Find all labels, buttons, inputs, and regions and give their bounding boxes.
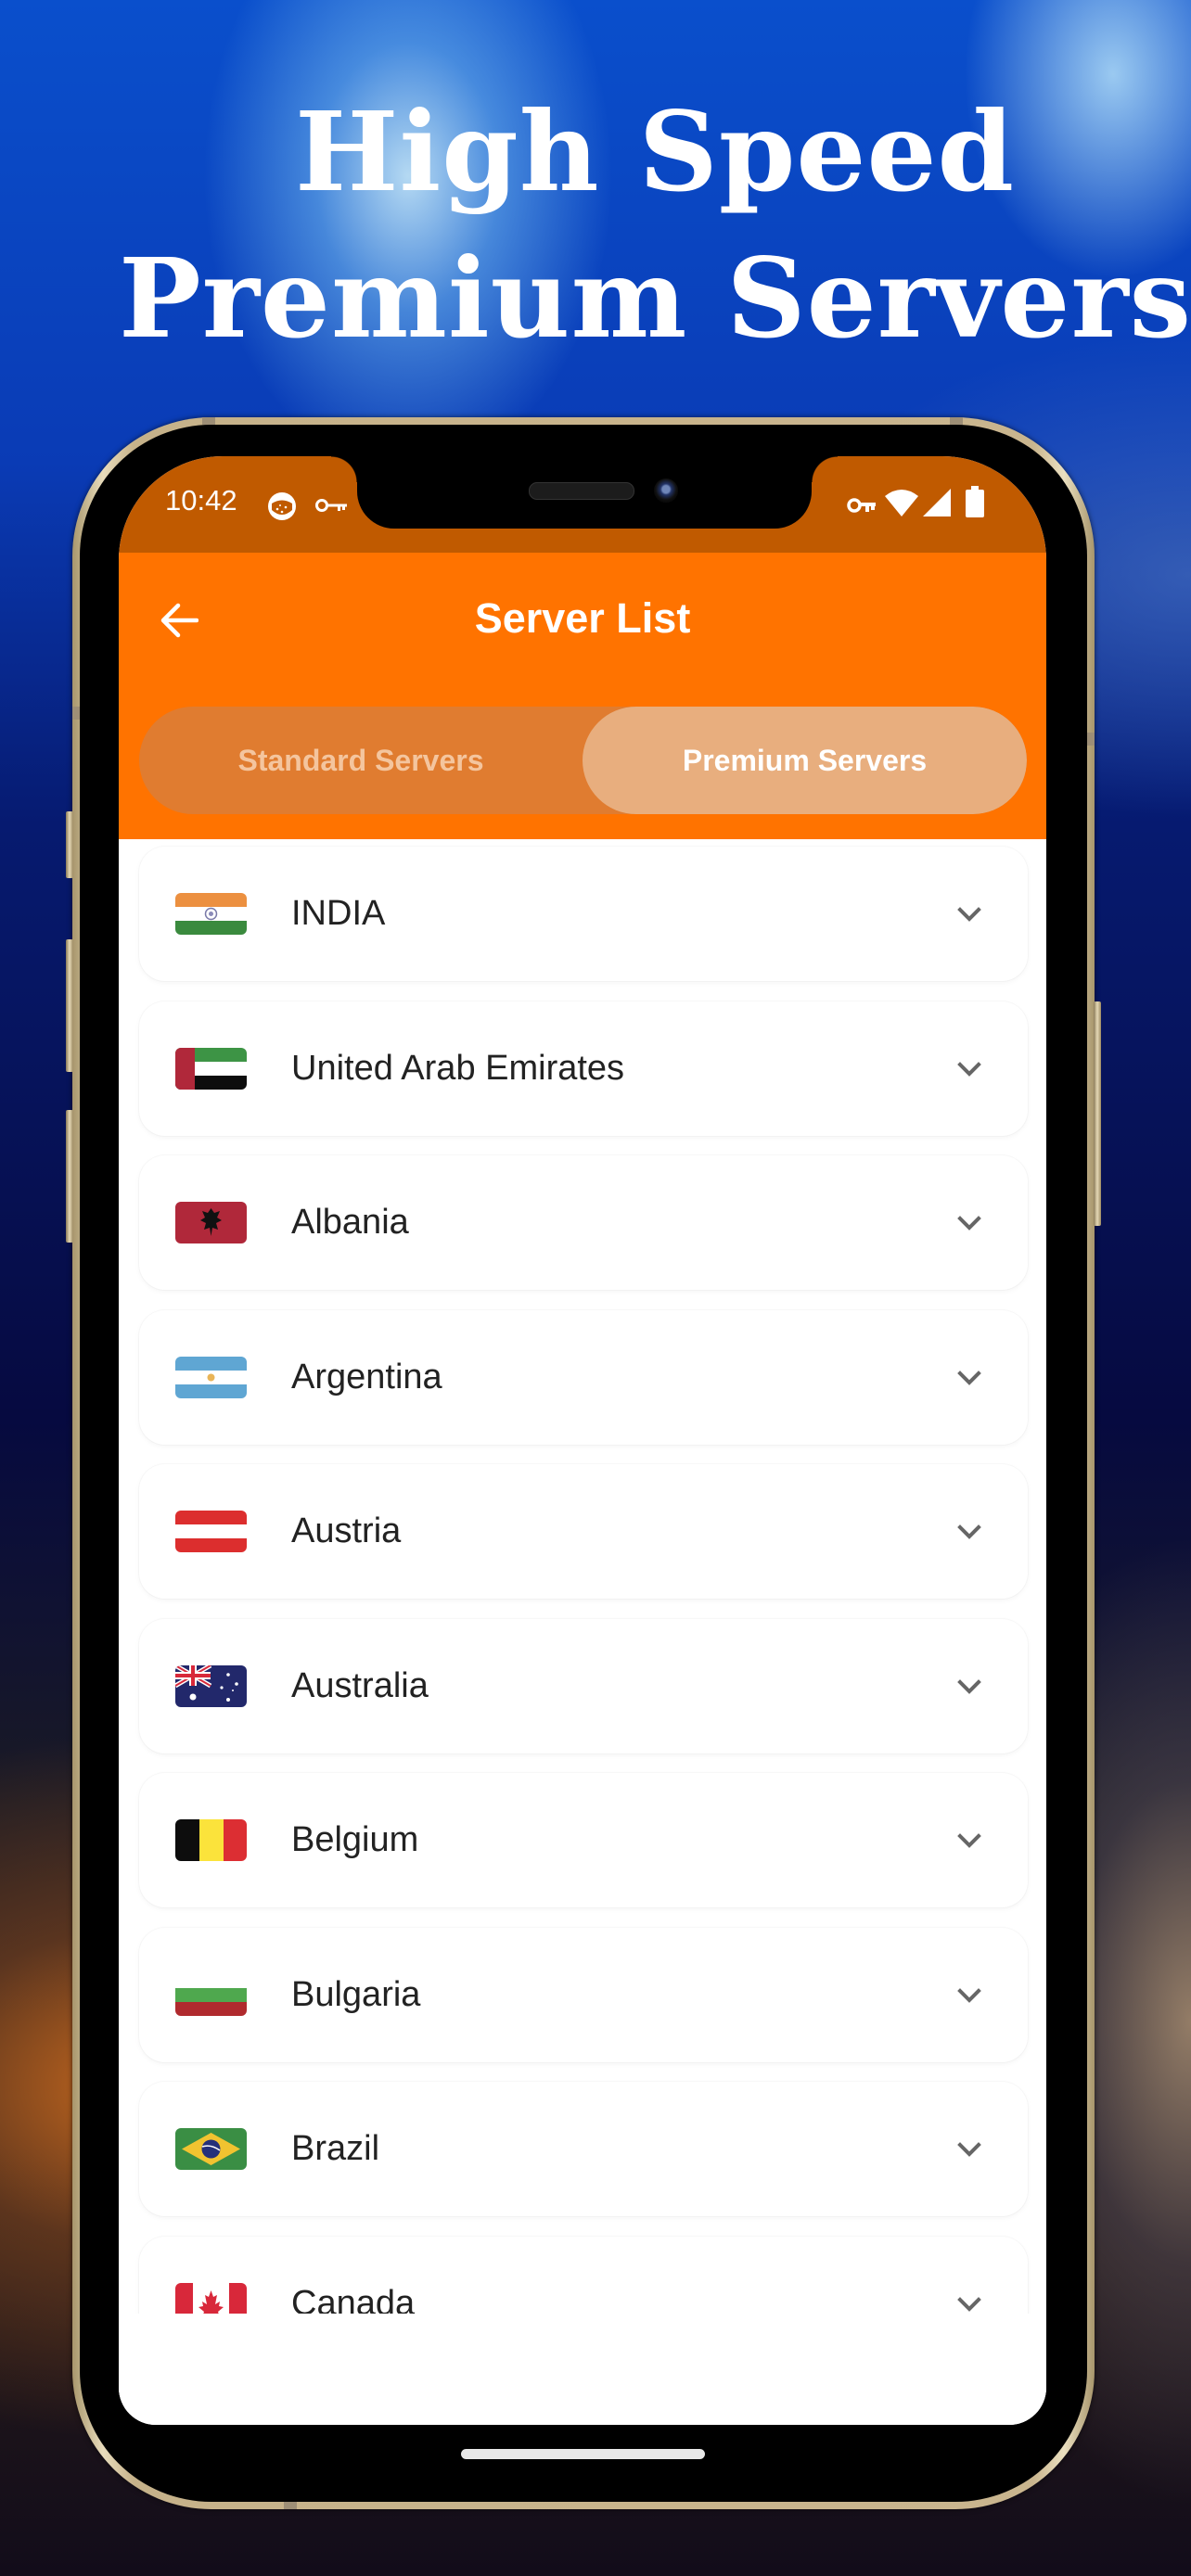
- tab-premium-servers[interactable]: Premium Servers: [583, 707, 1027, 814]
- cellular-signal-icon: [922, 488, 952, 522]
- page-title: Server List: [474, 594, 691, 642]
- chevron-down-icon[interactable]: [955, 1827, 983, 1855]
- server-list-item[interactable]: United Arab Emirates: [139, 1001, 1028, 1136]
- server-list-item[interactable]: Argentina: [139, 1309, 1028, 1445]
- earpiece-speaker: [529, 482, 634, 500]
- camera-notch: [331, 456, 838, 529]
- frame-antenna-line: [72, 707, 80, 720]
- server-list-viewport[interactable]: INDIA United Arab Emirates Albania Argentin…: [119, 839, 1046, 2314]
- server-country-name: Canada: [291, 2283, 416, 2315]
- front-camera: [654, 478, 678, 503]
- server-list: INDIA United Arab Emirates Albania Argentin…: [119, 839, 1046, 2425]
- wifi-icon: [884, 488, 919, 522]
- frame-antenna-line: [202, 417, 215, 425]
- server-country-name: Brazil: [291, 2129, 380, 2168]
- flag-brazil-icon: [175, 2128, 247, 2170]
- vpn-key-icon: [315, 497, 349, 518]
- flag-australia-icon: [175, 1664, 247, 1707]
- flag-albania-icon: [175, 1202, 247, 1243]
- battery-icon: [965, 486, 985, 522]
- frame-antenna-line: [1087, 733, 1095, 746]
- volume-down-button: [66, 1110, 73, 1243]
- server-list-item[interactable]: Canada: [139, 2236, 1028, 2315]
- vpn-key-icon: [847, 495, 877, 520]
- server-list-item[interactable]: Albania: [139, 1155, 1028, 1290]
- server-list-item[interactable]: Belgium: [139, 1773, 1028, 1907]
- server-country-name: United Arab Emirates: [291, 1048, 625, 1088]
- frame-antenna-line: [950, 417, 963, 425]
- tab-standard-servers[interactable]: Standard Servers: [139, 707, 583, 814]
- status-time: 10:42: [165, 484, 237, 516]
- server-country-name: Albania: [291, 1203, 409, 1242]
- server-country-name: Argentina: [291, 1357, 442, 1396]
- status-bar: 10:42: [119, 456, 1046, 553]
- frame-antenna-line: [284, 2502, 297, 2509]
- flag-bulgaria-icon: [175, 1973, 247, 2016]
- chevron-down-icon[interactable]: [955, 1055, 983, 1083]
- server-country-name: Bulgaria: [291, 1974, 421, 2014]
- flag-austria-icon: [175, 1511, 247, 1552]
- chevron-down-icon[interactable]: [955, 900, 983, 928]
- server-country-name: Belgium: [291, 1820, 419, 1859]
- server-list-item[interactable]: INDIA: [139, 847, 1028, 981]
- server-country-name: Australia: [291, 1665, 429, 1705]
- app-notification-icon: [267, 491, 297, 526]
- flag-argentina-icon: [175, 1356, 247, 1398]
- chevron-down-icon[interactable]: [955, 1518, 983, 1546]
- chevron-down-icon[interactable]: [955, 2136, 983, 2163]
- chevron-down-icon[interactable]: [955, 1982, 983, 2009]
- flag-uae-icon: [175, 1047, 247, 1090]
- flag-belgium-icon: [175, 1819, 247, 1861]
- headline-line-2: Premium Servers: [119, 234, 1191, 363]
- server-list-item[interactable]: Austria: [139, 1464, 1028, 1599]
- flag-india-icon: [175, 893, 247, 935]
- promo-headline: High Speed Premium Servers: [0, 79, 1191, 372]
- chevron-down-icon[interactable]: [955, 2290, 983, 2315]
- power-button: [1094, 1001, 1101, 1226]
- chevron-down-icon[interactable]: [955, 1209, 983, 1237]
- server-list-item[interactable]: Australia: [139, 1618, 1028, 1753]
- home-indicator[interactable]: [461, 2449, 705, 2459]
- mute-switch: [66, 811, 73, 878]
- server-country-name: INDIA: [291, 894, 386, 933]
- server-type-tabs: Standard Servers Premium Servers: [139, 707, 1027, 814]
- headline-line-1: High Speed: [294, 87, 1016, 216]
- chevron-down-icon[interactable]: [955, 1364, 983, 1392]
- app-screen: 10:42 Server List Standard Servers Premi…: [119, 456, 1046, 2425]
- chevron-down-icon[interactable]: [955, 1673, 983, 1701]
- server-list-item[interactable]: Brazil: [139, 2082, 1028, 2216]
- volume-up-button: [66, 939, 73, 1072]
- server-list-item[interactable]: Bulgaria: [139, 1927, 1028, 2062]
- app-bar: Server List Standard Servers Premium Ser…: [119, 553, 1046, 839]
- flag-canada-icon: [175, 2282, 247, 2314]
- server-country-name: Austria: [291, 1511, 402, 1550]
